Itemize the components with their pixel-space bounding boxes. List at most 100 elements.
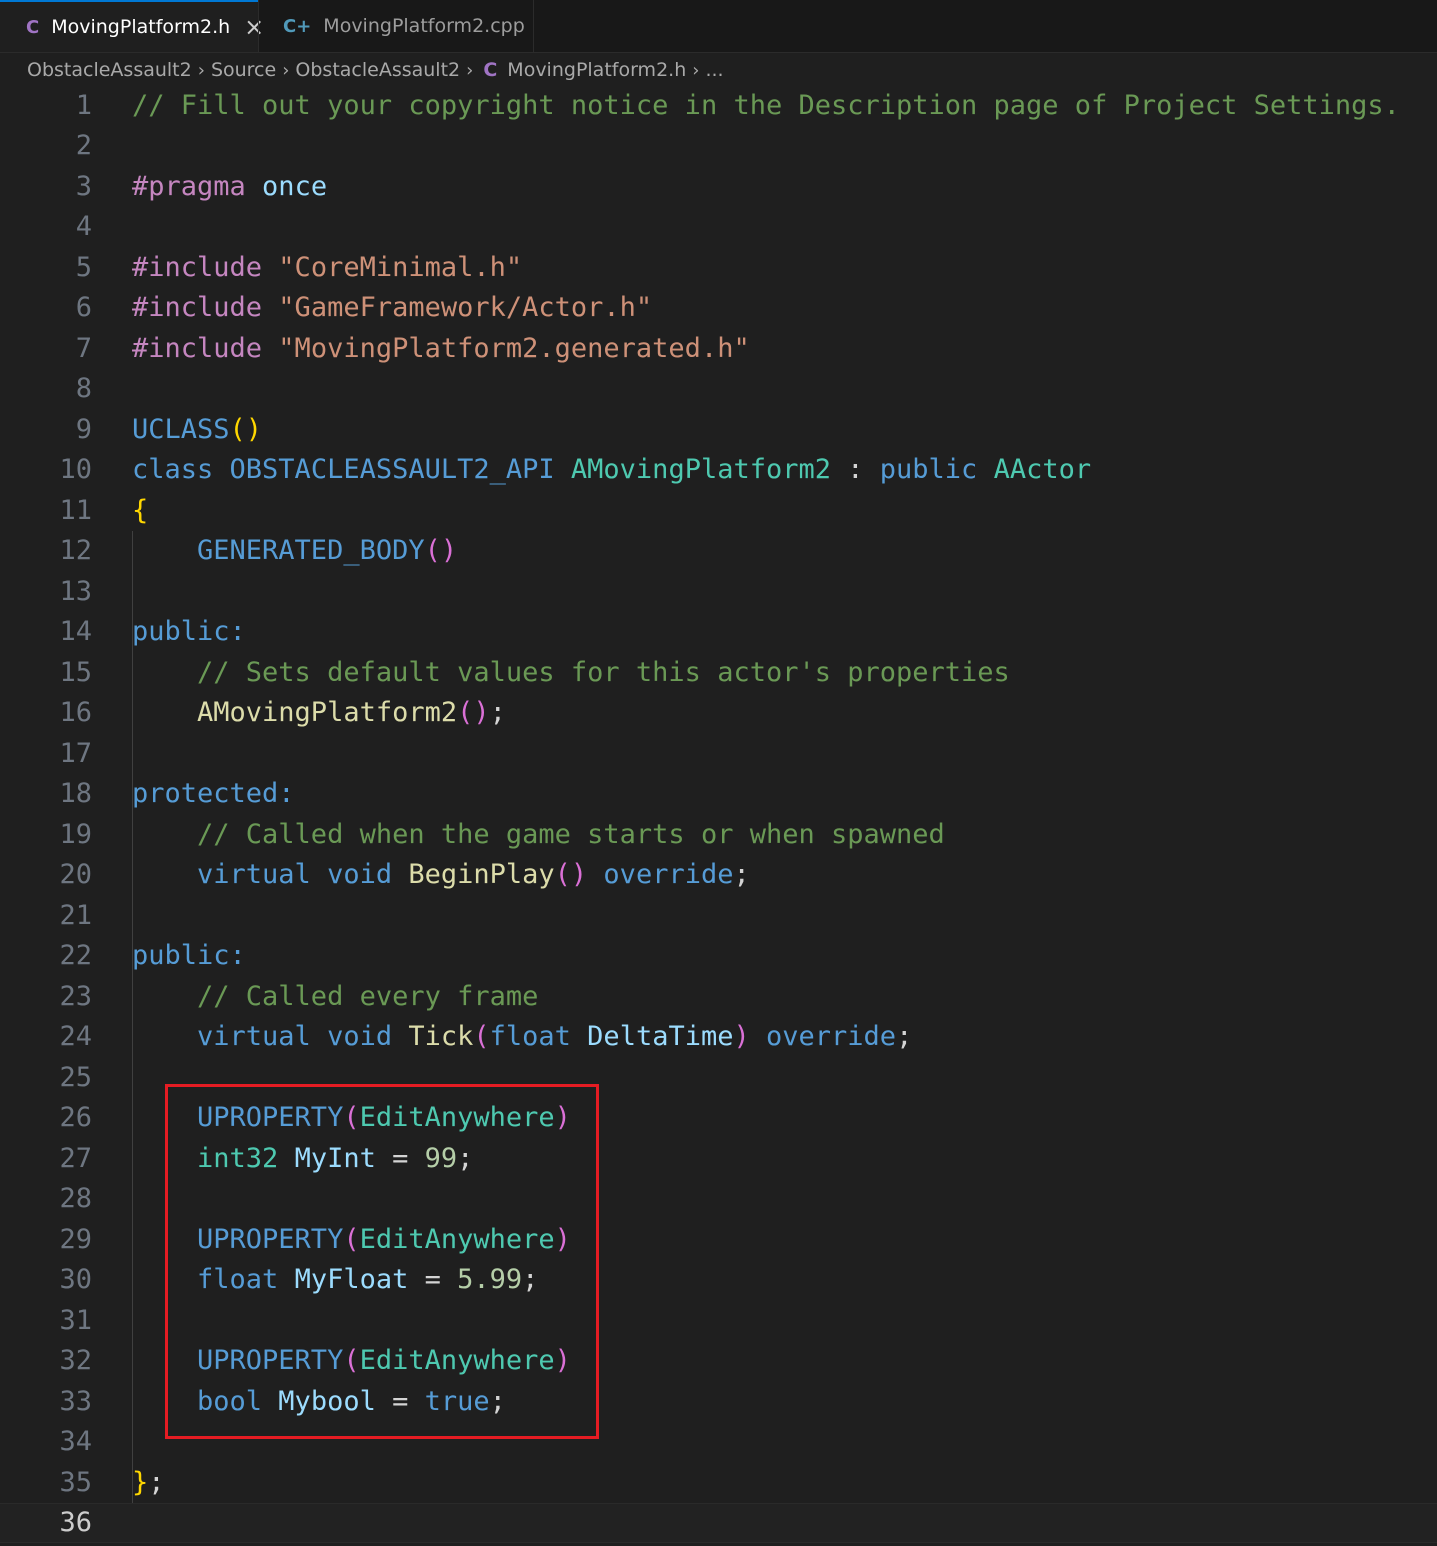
code-line[interactable]: 30 float MyFloat = 5.99; (0, 1260, 1437, 1301)
code-line[interactable]: 15 // Sets default values for this actor… (0, 652, 1437, 693)
line-number: 36 (59, 1507, 92, 1539)
line-number: 22 (59, 940, 92, 972)
code-line[interactable]: 10 class OBSTACLEASSAULT2_API AMovingPlat… (0, 450, 1437, 491)
access-specifier: public: (132, 616, 246, 648)
line-number: 7 (75, 332, 92, 364)
number: 5.99 (457, 1264, 523, 1296)
line-number: 8 (75, 373, 92, 405)
code-line[interactable]: 8 (0, 369, 1437, 410)
comment: // Called when the game starts or when s… (132, 818, 945, 850)
code-line[interactable]: 26 UPROPERTY(EditAnywhere) (0, 1098, 1437, 1139)
code-line[interactable]: 7 #include "MovingPlatform2.generated.h" (0, 328, 1437, 369)
variable: MyFloat (278, 1264, 409, 1296)
breadcrumb-item[interactable]: ... (705, 59, 723, 81)
code-line[interactable]: 16 AMovingPlatform2(); (0, 693, 1437, 734)
tab-movingplatform2-h[interactable]: C MovingPlatform2.h × (0, 0, 264, 52)
line-number: 27 (59, 1142, 92, 1174)
code-line[interactable]: 14 public: (0, 612, 1437, 653)
semicolon: ; (733, 859, 750, 891)
tab-label: MovingPlatform2.h (51, 16, 231, 38)
bracket: () (229, 413, 263, 445)
line-number: 5 (75, 251, 92, 283)
semicolon: ; (148, 1466, 165, 1498)
type: bool (132, 1385, 263, 1417)
code-line[interactable]: 18 protected: (0, 774, 1437, 815)
breadcrumb-item[interactable]: ObstacleAssault2 (27, 59, 192, 81)
code-line[interactable]: 6 #include "GameFramework/Actor.h" (0, 288, 1437, 329)
code-line[interactable]: 19 // Called when the game starts or whe… (0, 814, 1437, 855)
string: "GameFramework/Actor.h" (262, 292, 653, 324)
comment: // Sets default values for this actor's … (132, 656, 1010, 688)
code-line[interactable]: 33 bool Mybool = true; (0, 1381, 1437, 1422)
code-line[interactable]: 13 (0, 571, 1437, 612)
access-specifier: protected: (132, 778, 295, 810)
bracket: ( (343, 1223, 360, 1255)
line-number: 18 (59, 778, 92, 810)
macro: UPROPERTY (132, 1345, 344, 1377)
preprocessor: #include (132, 332, 263, 364)
bracket: { (132, 494, 149, 526)
keyword: void (310, 1021, 393, 1053)
code-line[interactable]: 23 // Called every frame (0, 976, 1437, 1017)
tab-movingplatform2-cpp[interactable]: C+ MovingPlatform2.cpp (258, 0, 534, 52)
line-number: 16 (59, 697, 92, 729)
code-line[interactable]: 32 UPROPERTY(EditAnywhere) (0, 1341, 1437, 1382)
preprocessor: #pragma (132, 170, 246, 202)
code-line[interactable]: 22 public: (0, 936, 1437, 977)
chevron-right-icon: › (692, 59, 700, 81)
keyword: public (879, 454, 978, 486)
code-line[interactable]: 24 virtual void Tick(float DeltaTime) ov… (0, 1017, 1437, 1058)
code-line-current[interactable]: 36 (0, 1502, 1437, 1543)
base-class-name: AActor (977, 454, 1092, 486)
line-number: 20 (59, 859, 92, 891)
line-number: 9 (75, 413, 92, 445)
code-line[interactable]: 2 (0, 126, 1437, 167)
comment: // Fill out your copyright notice in the… (132, 89, 1400, 121)
line-number: 3 (75, 170, 92, 202)
string: "CoreMinimal.h" (262, 251, 523, 283)
chevron-right-icon: › (197, 59, 205, 81)
code-line[interactable]: 31 (0, 1300, 1437, 1341)
c-header-file-icon: C (26, 16, 40, 38)
keyword: class (132, 454, 214, 486)
macro: GENERATED_BODY (132, 535, 425, 567)
code-line[interactable]: 4 (0, 207, 1437, 248)
code-line[interactable]: 17 (0, 733, 1437, 774)
parameter: DeltaTime (570, 1021, 734, 1053)
code-line[interactable]: 20 virtual void BeginPlay() override; (0, 855, 1437, 896)
editor-tab-bar: C MovingPlatform2.h × C+ MovingPlatform2… (0, 0, 1437, 53)
breadcrumb-item[interactable]: MovingPlatform2.h (507, 59, 686, 81)
code-line[interactable]: 34 (0, 1422, 1437, 1463)
code-line[interactable]: 12 GENERATED_BODY() (0, 531, 1437, 572)
comment: // Called every frame (132, 980, 539, 1012)
code-line[interactable]: 11 { (0, 490, 1437, 531)
code-line[interactable]: 35}; (0, 1462, 1437, 1503)
code-line[interactable]: 28 (0, 1179, 1437, 1220)
code-line[interactable]: 1 // Fill out your copyright notice in th… (0, 85, 1437, 126)
line-number: 13 (59, 575, 92, 607)
type: float (132, 1264, 279, 1296)
code-line[interactable]: 29 UPROPERTY(EditAnywhere) (0, 1219, 1437, 1260)
semicolon: ; (489, 1385, 506, 1417)
c-header-file-icon: C (483, 59, 498, 81)
line-number: 30 (59, 1264, 92, 1296)
pragma-arg: once (245, 170, 328, 202)
code-line[interactable]: 21 (0, 895, 1437, 936)
bracket: ( (343, 1102, 360, 1134)
breadcrumb-item[interactable]: ObstacleAssault2 (295, 59, 460, 81)
operator: = (408, 1264, 458, 1296)
code-editor[interactable]: 1 // Fill out your copyright notice in th… (0, 85, 1437, 1546)
access-specifier: public: (132, 940, 246, 972)
keyword: override (587, 859, 734, 891)
keyword: virtual (132, 859, 311, 891)
breadcrumb-item[interactable]: Source (211, 59, 276, 81)
line-number: 23 (59, 980, 92, 1012)
line-number: 11 (59, 494, 92, 526)
line-number: 21 (59, 899, 92, 931)
string: "MovingPlatform2.generated.h" (262, 332, 750, 364)
code-line[interactable]: 25 (0, 1057, 1437, 1098)
code-line[interactable]: 5 #include "CoreMinimal.h" (0, 247, 1437, 288)
code-line[interactable]: 9 UCLASS() (0, 409, 1437, 450)
code-line[interactable]: 3 #pragma once (0, 166, 1437, 207)
code-line[interactable]: 27 int32 MyInt = 99; (0, 1138, 1437, 1179)
